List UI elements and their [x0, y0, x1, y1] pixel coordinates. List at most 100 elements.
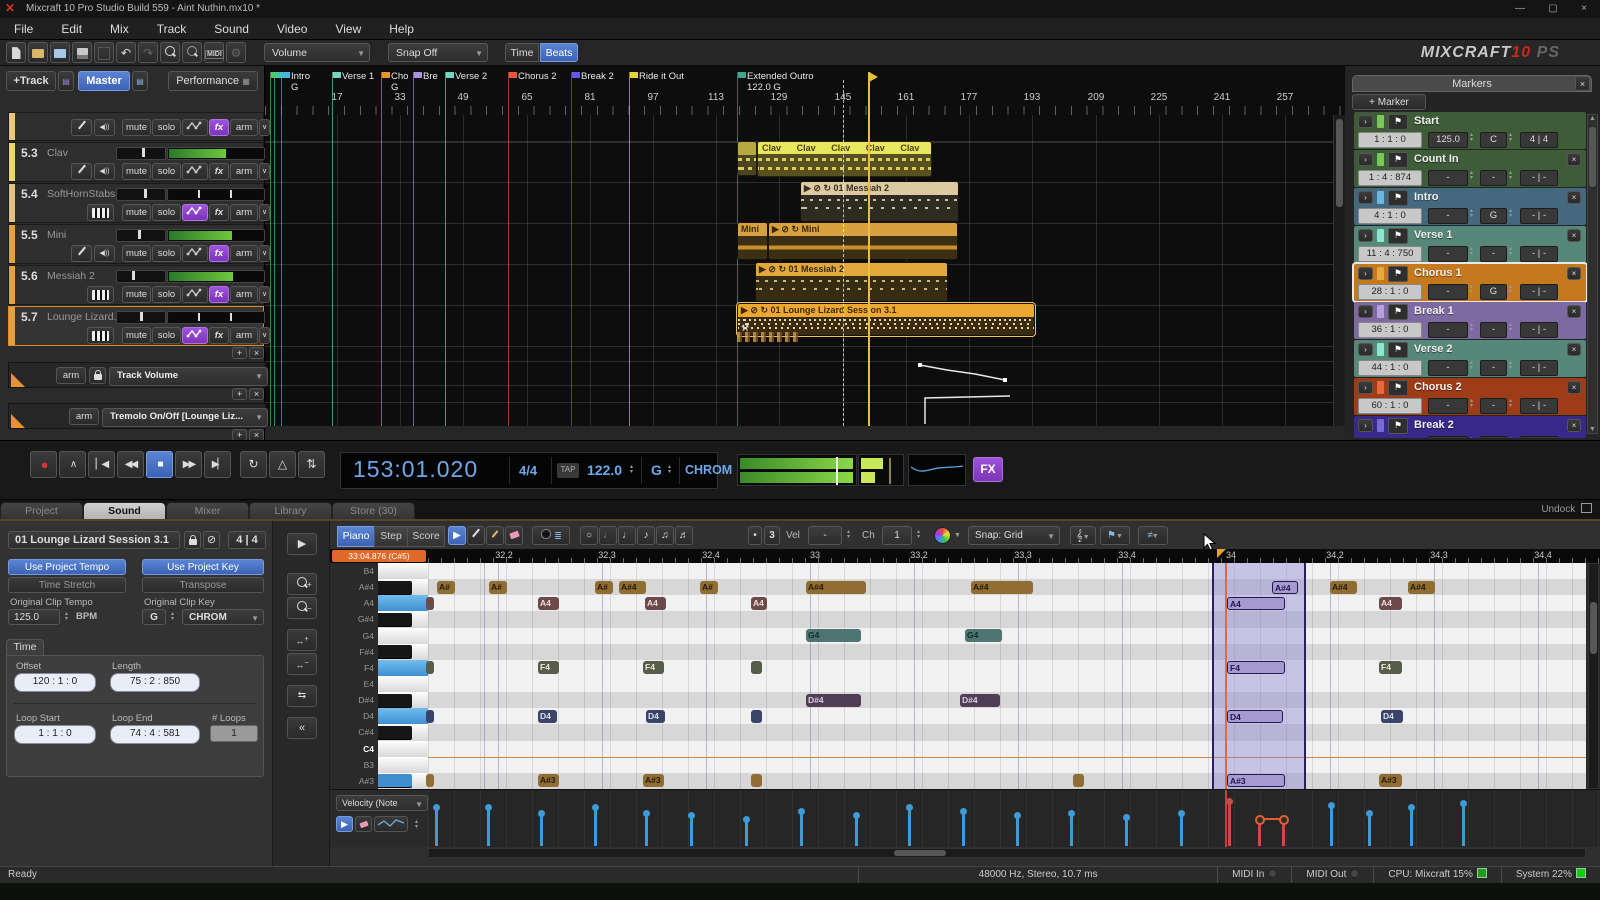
- midi-note[interactable]: D4: [1227, 710, 1283, 723]
- marker-flag-icon[interactable]: ⚑: [1388, 114, 1408, 130]
- marker-tempo-field[interactable]: 125.0: [1428, 132, 1468, 148]
- marker-name[interactable]: Chorus 1: [1414, 267, 1462, 279]
- grid-row[interactable]: [428, 628, 1586, 645]
- marker-flag-icon[interactable]: [446, 72, 454, 78]
- delete-marker-icon[interactable]: ×: [1567, 419, 1581, 432]
- clip-header[interactable]: ▶ ⊘ ↻ 01 Messiah 2: [756, 263, 947, 276]
- grid-row[interactable]: [428, 611, 1586, 628]
- zoom-out-button[interactable]: −: [287, 597, 317, 619]
- eraser-tool-icon[interactable]: [505, 526, 523, 545]
- clip-body[interactable]: [738, 236, 767, 259]
- add-track-button[interactable]: +Track: [6, 71, 56, 91]
- solo-button[interactable]: solo: [152, 204, 181, 221]
- marker-flag-icon[interactable]: [333, 72, 341, 78]
- marker-flag-icon[interactable]: ⚑: [1388, 190, 1408, 206]
- clip-loop-cell[interactable]: Clav: [827, 142, 866, 154]
- tab-step[interactable]: Step: [374, 526, 408, 547]
- velocity-curve-tool[interactable]: [374, 816, 408, 832]
- velocity-stem-handle[interactable]: [1226, 798, 1233, 805]
- velocity-stem[interactable]: [962, 811, 965, 846]
- maximize-button[interactable]: ▢: [1539, 1, 1567, 17]
- tempo-spinner[interactable]: ▴▾: [627, 465, 636, 475]
- messiah2-clip-b[interactable]: ▶ ⊘ ↻ 01 Messiah 2: [755, 262, 948, 302]
- velocity-stem[interactable]: [1070, 813, 1073, 846]
- tempo-spinner[interactable]: ▴▾: [1467, 437, 1476, 438]
- midi-note[interactable]: A#3: [1227, 774, 1285, 787]
- automation-button[interactable]: [182, 119, 208, 136]
- clip-header[interactable]: ▶ ⊘ ↻ Mini: [769, 223, 957, 236]
- transpose-button[interactable]: Transpose: [142, 577, 264, 593]
- marker-flag-label[interactable]: Bre: [423, 71, 438, 82]
- velocity-stem-handle[interactable]: [1366, 810, 1373, 817]
- fx-button[interactable]: fx: [209, 163, 229, 180]
- solo-button[interactable]: solo: [152, 245, 181, 262]
- velocity-stem-handle[interactable]: [1014, 812, 1021, 819]
- zoom-in-icon[interactable]: [160, 42, 180, 63]
- automation-button[interactable]: [182, 327, 208, 344]
- marker-flag-icon[interactable]: [630, 72, 638, 78]
- track-name[interactable]: Clav: [47, 147, 68, 159]
- metronome-button[interactable]: △: [269, 451, 296, 478]
- piano-key-white[interactable]: [378, 708, 428, 725]
- marker-row[interactable]: ›⚑Break 1×36 : 1 : 0-▴▾-▴▾- | -: [1354, 302, 1586, 339]
- velocity-stem[interactable]: [435, 807, 438, 846]
- quarter-note-icon[interactable]: ♩: [618, 526, 636, 545]
- marker-flag-icon[interactable]: ⚑: [1388, 380, 1408, 396]
- undo-icon[interactable]: ↶: [116, 42, 136, 63]
- marker-color-swatch[interactable]: [1377, 267, 1384, 280]
- marker-color-swatch[interactable]: [1377, 381, 1384, 394]
- triplet-button[interactable]: 3: [764, 526, 780, 545]
- volume-slider[interactable]: [116, 311, 166, 324]
- marker-color-swatch[interactable]: [1377, 153, 1384, 166]
- messiah2-clip-a[interactable]: ▶ ⊘ ↻ 01 Messiah 2: [800, 181, 959, 222]
- automation-param-select[interactable]: ▼Tremolo On/Off [Lounge Liz...: [102, 408, 268, 427]
- marker-tempo-field[interactable]: -: [1428, 398, 1468, 414]
- menu-track[interactable]: Track: [143, 18, 201, 40]
- midi-note[interactable]: G4: [806, 629, 861, 642]
- marker-flag-label[interactable]: Break 2: [581, 71, 614, 82]
- marker-flag-icon[interactable]: [572, 72, 580, 78]
- grid-row[interactable]: [428, 708, 1586, 725]
- midi-note[interactable]: A4: [645, 597, 666, 610]
- automation-button[interactable]: [182, 286, 208, 303]
- use-project-key-button[interactable]: Use Project Key: [142, 559, 264, 575]
- track-row[interactable]: 5.3Clav◀))mutesolofxarm∨: [8, 142, 264, 182]
- marker-tempo-field[interactable]: -: [1428, 322, 1468, 338]
- tempo-spinner[interactable]: ▴▾: [1467, 247, 1476, 257]
- tab-piano[interactable]: Piano: [337, 526, 375, 547]
- midi-note[interactable]: D4: [1381, 710, 1403, 723]
- velocity-stem-handle[interactable]: [1328, 802, 1335, 809]
- automation-button[interactable]: [182, 163, 208, 180]
- slider-handle[interactable]: [144, 189, 147, 198]
- delete-marker-icon[interactable]: ×: [1567, 153, 1581, 166]
- tempo-spinner[interactable]: ▴▾: [1467, 209, 1476, 219]
- marker-row[interactable]: ›⚑Start1 : 1 : 0125.0▴▾C▴▾4 | 4: [1354, 112, 1586, 149]
- rewind-button[interactable]: ◀◀: [117, 451, 144, 478]
- marker-flag-icon[interactable]: [414, 72, 422, 78]
- marker-position-field[interactable]: 36 : 1 : 0: [1358, 322, 1422, 338]
- marker-position-field[interactable]: 4 : 1 : 0: [1358, 208, 1422, 224]
- track-row[interactable]: 5.5Mini◀))mutesolofxarm∨: [8, 224, 264, 264]
- menu-file[interactable]: File: [0, 18, 47, 40]
- clip-meter-button[interactable]: 4 | 4: [228, 531, 266, 549]
- track-name[interactable]: Lounge Lizard...: [47, 311, 122, 323]
- track-row[interactable]: 5.6Messiah 2mutesolofxarm∨: [8, 265, 264, 305]
- undock-button[interactable]: Undock: [1541, 503, 1592, 515]
- save-icon[interactable]: [72, 42, 92, 63]
- solo-button[interactable]: solo: [152, 119, 181, 136]
- flag-add-button[interactable]: ⚑▼: [1100, 526, 1130, 545]
- channel-value[interactable]: 1: [882, 526, 912, 545]
- key-spinner[interactable]: ▴▾: [1506, 247, 1515, 257]
- chevron-down-icon[interactable]: ∨: [259, 163, 270, 180]
- velocity-stem-handle[interactable]: [853, 812, 860, 819]
- zoom-in-button[interactable]: +: [287, 573, 317, 595]
- marker-meter-field[interactable]: - | -: [1520, 208, 1558, 224]
- midi-note[interactable]: [426, 710, 434, 723]
- marker-flag-icon[interactable]: [382, 72, 390, 78]
- note-draw-mode-button[interactable]: ≣: [532, 526, 570, 545]
- piano-key-black[interactable]: [378, 581, 412, 594]
- eighth-note-icon[interactable]: ♪: [637, 526, 655, 545]
- marker-flag-icon[interactable]: [282, 72, 290, 78]
- expand-marker-icon[interactable]: ›: [1358, 381, 1373, 394]
- grid-row[interactable]: [428, 757, 1586, 774]
